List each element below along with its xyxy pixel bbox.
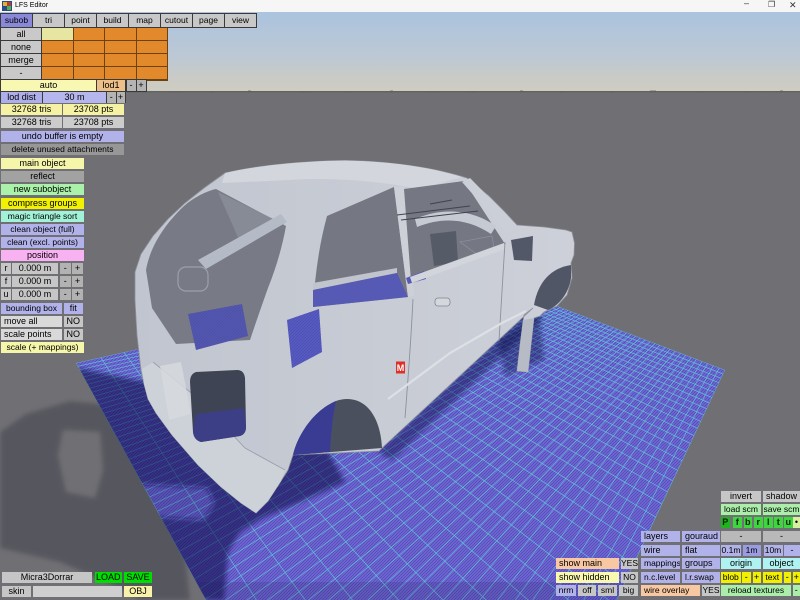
svg-text:M: M (397, 363, 405, 373)
